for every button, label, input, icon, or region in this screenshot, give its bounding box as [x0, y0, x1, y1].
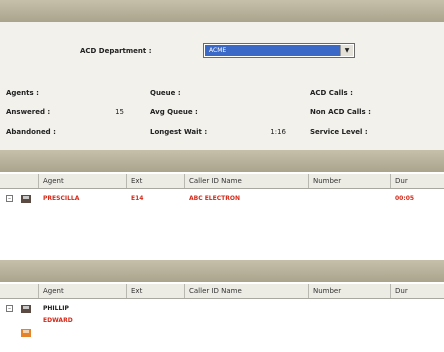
- acd-department-select[interactable]: ACME ▼: [203, 43, 355, 58]
- column-header-agent[interactable]: Agent: [38, 284, 126, 298]
- agent-name: EDWARD: [43, 317, 73, 324]
- phone-icon: [21, 195, 31, 203]
- service-level-label: Service Level :: [310, 128, 368, 136]
- acd-calls-label: ACD Calls :: [310, 89, 353, 97]
- logged-in-agents-column-headers: Agent Ext Caller ID Name Number Dur: [0, 174, 444, 189]
- expander-minus-icon[interactable]: –: [6, 305, 13, 312]
- caller-id-name: ABC ELECTRON: [189, 195, 240, 202]
- logged-in-agents-header: [0, 150, 444, 172]
- agents-label: Agents :: [6, 89, 39, 97]
- queue-label: Queue :: [150, 89, 181, 97]
- column-header-number[interactable]: Number: [308, 174, 390, 188]
- non-acd-calls-label: Non ACD Calls :: [310, 108, 371, 116]
- agent-name: PHILLIP: [43, 305, 69, 312]
- table-row[interactable]: – PHILLIP: [0, 304, 444, 314]
- phone-icon: [21, 305, 31, 313]
- logged-in-agents-table: Agent Ext Caller ID Name Number Dur – PR…: [0, 172, 444, 260]
- column-header-dur[interactable]: Dur: [390, 284, 444, 298]
- column-header-agent[interactable]: Agent: [38, 174, 126, 188]
- table-row[interactable]: [0, 328, 444, 338]
- logged-out-agents-table: Agent Ext Caller ID Name Number Dur – PH…: [0, 282, 444, 352]
- expander-minus-icon[interactable]: –: [6, 195, 13, 202]
- table-row[interactable]: [0, 206, 444, 216]
- department-details-panel: ACD Department : Agents : Answered : 15 …: [0, 22, 444, 150]
- table-row[interactable]: [0, 218, 444, 228]
- department-details-header: [0, 0, 444, 22]
- column-header-caller-id-name[interactable]: Caller ID Name: [184, 284, 308, 298]
- acd-department-label: ACD Department :: [80, 47, 152, 55]
- column-header-dur[interactable]: Dur: [390, 174, 444, 188]
- avg-queue-label: Avg Queue :: [150, 108, 198, 116]
- table-row[interactable]: – PRESCILLA E14 ABC ELECTRON 00:05: [0, 194, 444, 204]
- answered-label: Answered :: [6, 108, 51, 116]
- call-duration: 00:05: [395, 195, 415, 202]
- agent-ext: E14: [131, 195, 144, 202]
- column-header-number[interactable]: Number: [308, 284, 390, 298]
- logged-out-agents-header: [0, 260, 444, 282]
- acd-department-selected-value: ACME: [205, 45, 340, 56]
- abandoned-label: Abandoned :: [6, 128, 56, 136]
- agent-name: PRESCILLA: [43, 195, 80, 202]
- column-header-ext[interactable]: Ext: [126, 284, 184, 298]
- column-header-ext[interactable]: Ext: [126, 174, 184, 188]
- chevron-down-icon[interactable]: ▼: [340, 45, 353, 56]
- longest-wait-value: 1:16: [270, 128, 286, 136]
- answered-value: 15: [115, 108, 124, 116]
- column-header-caller-id-name[interactable]: Caller ID Name: [184, 174, 308, 188]
- phone-icon: [21, 329, 31, 337]
- logged-out-agents-column-headers: Agent Ext Caller ID Name Number Dur: [0, 284, 444, 299]
- longest-wait-label: Longest Wait :: [150, 128, 208, 136]
- table-row[interactable]: EDWARD: [0, 316, 444, 326]
